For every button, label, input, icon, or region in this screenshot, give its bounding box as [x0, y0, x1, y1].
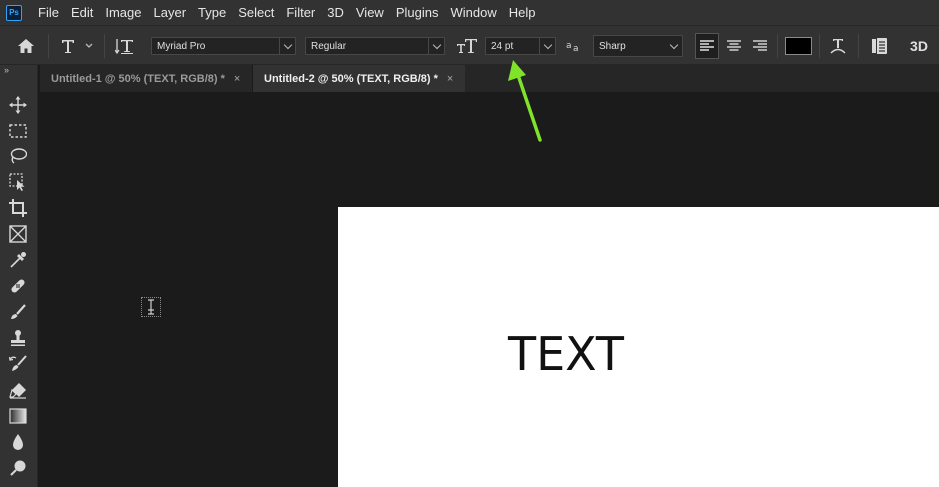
close-icon[interactable]: ×	[447, 73, 453, 85]
font-size-icon	[455, 36, 479, 56]
tab-untitled-2[interactable]: Untitled-2 @ 50% (TEXT, RGB/8) * ×	[253, 65, 465, 92]
frame-tool-icon[interactable]	[8, 224, 28, 244]
object-select-tool-icon[interactable]	[8, 172, 28, 192]
menu-help[interactable]: Help	[503, 5, 542, 20]
font-style-value: Regular	[311, 40, 347, 52]
font-size-value: 24 pt	[491, 40, 514, 52]
font-size-field[interactable]: 24 pt	[485, 37, 556, 55]
align-left-button[interactable]	[695, 33, 719, 59]
svg-text:a: a	[573, 44, 579, 53]
warp-text-icon[interactable]	[826, 35, 850, 57]
collapse-panel-icon[interactable]: ››	[4, 65, 9, 75]
text-color-fill	[786, 38, 811, 54]
eraser-tool-icon[interactable]	[8, 380, 28, 400]
lasso-tool-icon[interactable]	[8, 146, 28, 166]
tab-label: Untitled-2 @ 50% (TEXT, RGB/8) *	[264, 72, 438, 85]
text-cursor-icon	[141, 297, 161, 317]
menu-image[interactable]: Image	[99, 5, 147, 20]
font-family-select[interactable]: Myriad Pro	[151, 37, 296, 55]
align-left-icon	[700, 40, 714, 51]
options-bar: Myriad Pro Regular 24 pt a a Sharp 3D	[0, 25, 939, 65]
toggle-orientation-icon[interactable]	[113, 36, 137, 56]
dodge-tool-icon[interactable]	[8, 458, 28, 478]
menu-type[interactable]: Type	[192, 5, 232, 20]
text-color-swatch[interactable]	[785, 37, 812, 55]
eyedropper-tool-icon[interactable]	[8, 250, 28, 270]
crop-tool-icon[interactable]	[8, 198, 28, 218]
anti-alias-value: Sharp	[599, 40, 626, 52]
menu-3d[interactable]: 3D	[321, 5, 350, 20]
blur-tool-icon[interactable]	[8, 432, 28, 452]
clone-stamp-tool-icon[interactable]	[8, 328, 28, 348]
chevron-down-icon[interactable]	[279, 38, 295, 54]
history-brush-tool-icon[interactable]	[8, 354, 28, 374]
align-center-icon	[727, 40, 741, 51]
menu-plugins[interactable]: Plugins	[390, 5, 445, 20]
chevron-down-icon[interactable]	[539, 38, 555, 54]
menu-edit[interactable]: Edit	[65, 5, 99, 20]
menu-filter[interactable]: Filter	[280, 5, 321, 20]
menu-file[interactable]: File	[32, 5, 65, 20]
chevron-down-icon[interactable]	[428, 38, 444, 54]
3d-button[interactable]: 3D	[904, 35, 934, 57]
anti-alias-icon: a a	[565, 36, 585, 56]
chevron-down-icon[interactable]	[666, 36, 682, 56]
anti-alias-select[interactable]: Sharp	[593, 35, 683, 57]
menu-select[interactable]: Select	[232, 5, 280, 20]
move-tool-icon[interactable]	[8, 95, 28, 115]
tools-panel: ››	[0, 65, 38, 487]
font-family-value: Myriad Pro	[157, 40, 206, 52]
menu-window[interactable]: Window	[444, 5, 502, 20]
menu-layer[interactable]: Layer	[148, 5, 193, 20]
tab-label: Untitled-1 @ 50% (TEXT, RGB/8) *	[51, 72, 225, 85]
document-canvas[interactable]: TEXT	[338, 207, 939, 487]
align-right-icon	[753, 40, 767, 51]
align-center-button[interactable]	[722, 33, 746, 59]
svg-text:a: a	[566, 41, 572, 51]
font-style-select[interactable]: Regular	[305, 37, 445, 55]
type-tool-preset-button[interactable]	[58, 36, 96, 56]
type-tool-icon	[62, 40, 93, 53]
close-icon[interactable]: ×	[234, 73, 240, 85]
home-icon[interactable]	[14, 36, 38, 56]
healing-brush-tool-icon[interactable]	[8, 276, 28, 296]
photoshop-logo-icon[interactable]: Ps	[6, 4, 22, 21]
menu-bar: Ps File Edit Image Layer Type Select Fil…	[0, 0, 939, 25]
marquee-tool-icon[interactable]	[8, 121, 28, 141]
gradient-tool-icon[interactable]	[8, 406, 28, 426]
annotation-arrow-icon	[508, 60, 542, 142]
character-panel-icon[interactable]	[866, 35, 892, 57]
brush-tool-icon[interactable]	[8, 302, 28, 322]
tab-untitled-1[interactable]: Untitled-1 @ 50% (TEXT, RGB/8) * ×	[40, 65, 253, 92]
menu-view[interactable]: View	[350, 5, 390, 20]
align-right-button[interactable]	[748, 33, 772, 59]
text-layer[interactable]: TEXT	[508, 327, 624, 381]
document-tab-strip: Untitled-1 @ 50% (TEXT, RGB/8) * × Untit…	[40, 65, 939, 92]
